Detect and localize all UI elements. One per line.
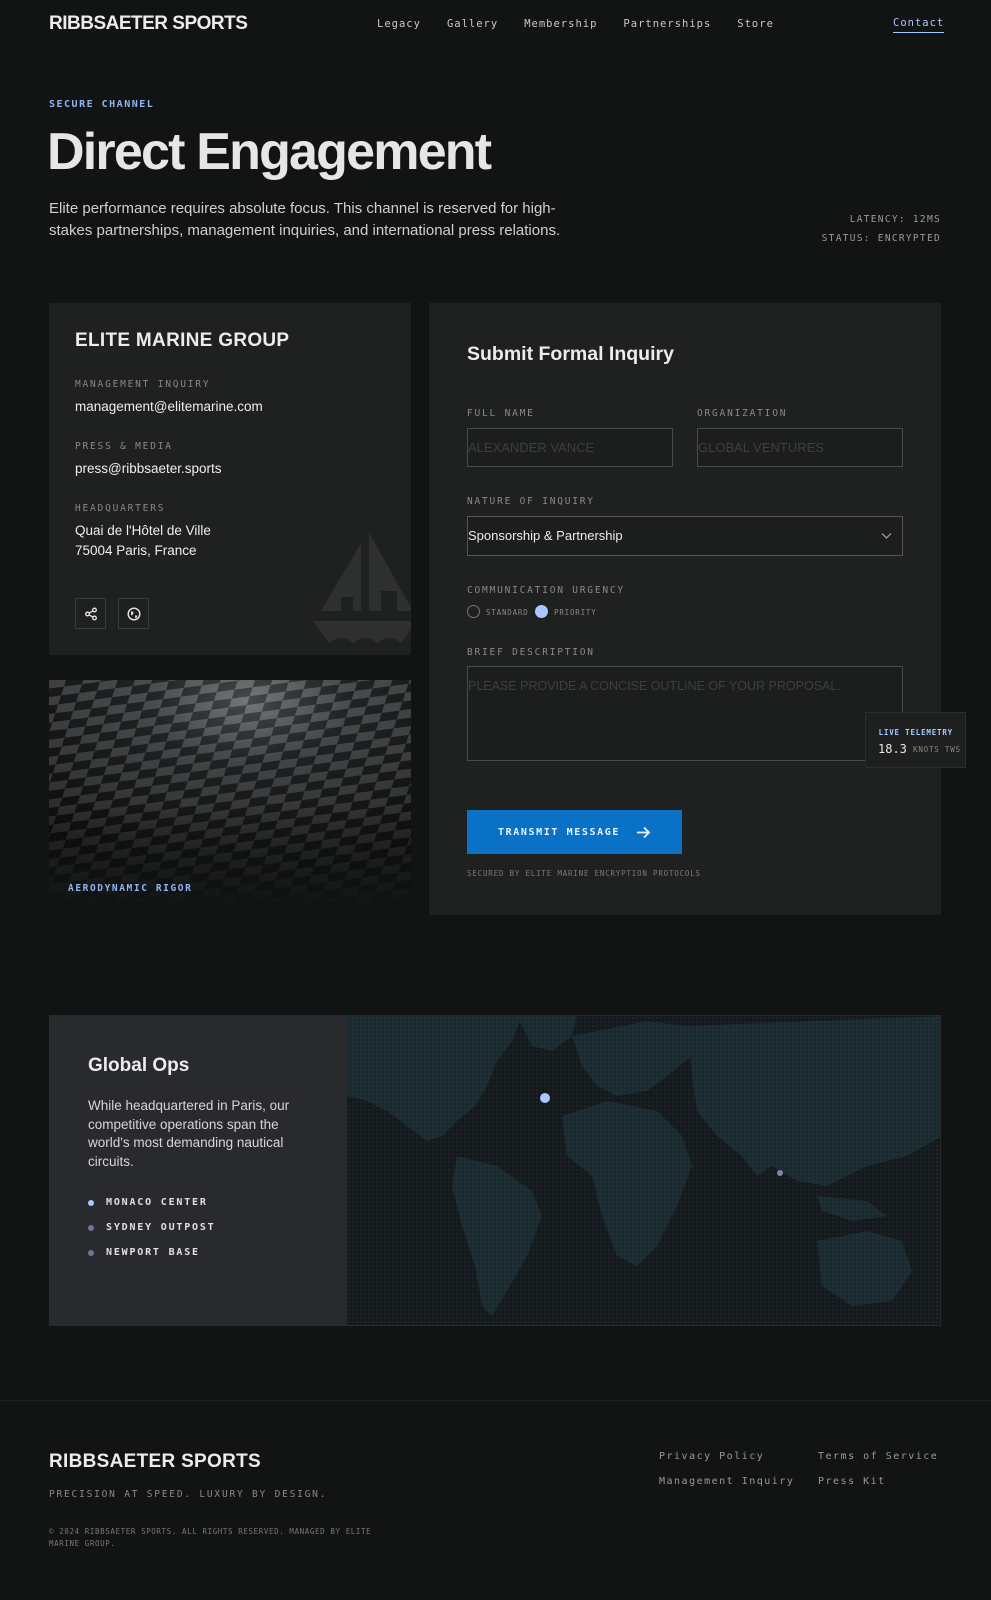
full-name-label: FULL NAME <box>467 408 535 419</box>
footer-link-management[interactable]: Management Inquiry <box>659 1476 794 1487</box>
globe-icon <box>126 606 141 621</box>
location-dot-icon <box>88 1224 94 1231</box>
description-textarea[interactable]: PLEASE PROVIDE A CONCISE OUTLINE OF YOUR… <box>467 666 903 761</box>
telemetry-unit: KNOTS TWS <box>913 745 961 754</box>
inquiry-form: Submit Formal Inquiry FULL NAME ALEXANDE… <box>429 303 941 915</box>
map-marker-secondary[interactable] <box>777 1170 783 1176</box>
global-ops-panel: Global Ops While headquartered in Paris,… <box>50 1016 347 1325</box>
location-label: NEWPORT BASE <box>106 1247 200 1258</box>
global-ops-title: Global Ops <box>88 1055 190 1076</box>
hero-description: Elite performance requires absolute focu… <box>49 200 561 239</box>
nature-of-inquiry-select[interactable]: Sponsorship & Partnership <box>467 516 903 556</box>
press-email[interactable]: press@ribbsaeter.sports <box>75 459 222 479</box>
carbon-fiber-image: AERODYNAMIC RIGOR <box>49 680 411 902</box>
footer-divider <box>0 1400 991 1401</box>
global-ops-section: Global Ops While headquartered in Paris,… <box>49 1015 941 1326</box>
footer-link-privacy[interactable]: Privacy Policy <box>659 1451 764 1462</box>
nav-link-membership[interactable]: Membership <box>524 18 597 30</box>
hero-eyebrow: SECURE CHANNEL <box>49 99 155 110</box>
location-dot-icon <box>88 1199 94 1206</box>
encryption-note: SECURED BY ELITE MARINE ENCRYPTION PROTO… <box>467 869 701 878</box>
image-caption: AERODYNAMIC RIGOR <box>68 883 193 894</box>
urgency-standard-label: STANDARD <box>486 608 529 617</box>
headquarters-label: HEADQUARTERS <box>75 503 166 514</box>
description-label: BRIEF DESCRIPTION <box>467 647 595 658</box>
nature-of-inquiry-label: NATURE OF INQUIRY <box>467 496 595 507</box>
organization-input[interactable]: GLOBAL VENTURES <box>697 428 903 467</box>
arrow-right-icon <box>636 826 651 838</box>
carbon-weave-texture <box>49 680 411 902</box>
form-title: Submit Formal Inquiry <box>467 343 674 365</box>
latency-readout: LATENCY: 12MS <box>849 214 941 225</box>
nav-link-legacy[interactable]: Legacy <box>377 18 421 30</box>
live-telemetry-widget: LIVE TELEMETRY 18.3 KNOTS TWS <box>865 712 966 768</box>
connection-status: LATENCY: 12MS STATUS: ENCRYPTED <box>822 210 941 248</box>
location-sydney: SYDNEY OUTPOST <box>88 1222 216 1233</box>
share-button[interactable] <box>75 598 106 629</box>
urgency-priority-label: PRIORITY <box>554 608 597 617</box>
world-map <box>347 1016 940 1325</box>
nav-link-contact[interactable]: Contact <box>893 17 945 33</box>
management-label: MANAGEMENT INQUIRY <box>75 379 211 390</box>
address-line-1: Quai de l'Hôtel de Ville <box>75 523 211 538</box>
footer-link-press-kit[interactable]: Press Kit <box>818 1476 886 1487</box>
transmit-message-button[interactable]: TRANSMIT MESSAGE <box>467 810 682 854</box>
nav-link-store[interactable]: Store <box>737 18 774 30</box>
telemetry-label: LIVE TELEMETRY <box>878 728 953 737</box>
selected-inquiry-type: Sponsorship & Partnership <box>468 528 623 543</box>
location-dot-icon <box>88 1249 94 1256</box>
footer-link-terms[interactable]: Terms of Service <box>818 1451 938 1462</box>
footer-copyright: © 2024 RIBBSAETER SPORTS. ALL RIGHTS RES… <box>49 1527 372 1548</box>
website-button[interactable] <box>118 598 149 629</box>
urgency-priority-radio[interactable] <box>535 605 548 618</box>
sailboat-watermark-icon <box>313 533 411 643</box>
map-marker-monaco[interactable] <box>540 1093 550 1103</box>
location-label: SYDNEY OUTPOST <box>106 1222 216 1233</box>
headquarters-address: Quai de l'Hôtel de Ville 75004 Paris, Fr… <box>75 521 211 561</box>
page-title: Direct Engagement <box>47 123 492 181</box>
location-label: MONACO CENTER <box>106 1197 208 1208</box>
encryption-status: STATUS: ENCRYPTED <box>821 233 941 244</box>
share-icon <box>84 607 97 620</box>
top-nav: RIBBSAETER SPORTS Legacy Gallery Members… <box>0 0 991 50</box>
full-name-input[interactable]: ALEXANDER VANCE <box>467 428 673 467</box>
press-label: PRESS & MEDIA <box>75 441 173 452</box>
world-map-graphic <box>347 1016 940 1325</box>
urgency-standard-radio[interactable] <box>467 605 480 618</box>
organization-label: ORGANIZATION <box>697 408 788 419</box>
management-email[interactable]: management@elitemarine.com <box>75 397 263 417</box>
nav-link-partnerships[interactable]: Partnerships <box>623 18 711 30</box>
chevron-down-icon <box>881 533 892 539</box>
nav-link-gallery[interactable]: Gallery <box>447 18 498 30</box>
contact-card-title: ELITE MARINE GROUP <box>75 330 290 351</box>
brand-logo[interactable]: RIBBSAETER SPORTS <box>49 13 248 35</box>
footer-tagline: PRECISION AT SPEED. LUXURY BY DESIGN. <box>49 1489 328 1500</box>
location-monaco: MONACO CENTER <box>88 1197 208 1208</box>
contact-card: ELITE MARINE GROUP MANAGEMENT INQUIRY ma… <box>49 303 411 655</box>
urgency-label: COMMUNICATION URGENCY <box>467 585 625 596</box>
footer-brand[interactable]: RIBBSAETER SPORTS <box>49 1451 261 1473</box>
global-ops-description: While headquartered in Paris, our compet… <box>88 1098 290 1169</box>
transmit-button-label: TRANSMIT MESSAGE <box>498 826 620 838</box>
address-line-2: 75004 Paris, France <box>75 543 197 558</box>
location-newport: NEWPORT BASE <box>88 1247 200 1258</box>
nav-links: Legacy Gallery Membership Partnerships S… <box>377 18 800 30</box>
telemetry-value: 18.3 <box>878 742 907 756</box>
